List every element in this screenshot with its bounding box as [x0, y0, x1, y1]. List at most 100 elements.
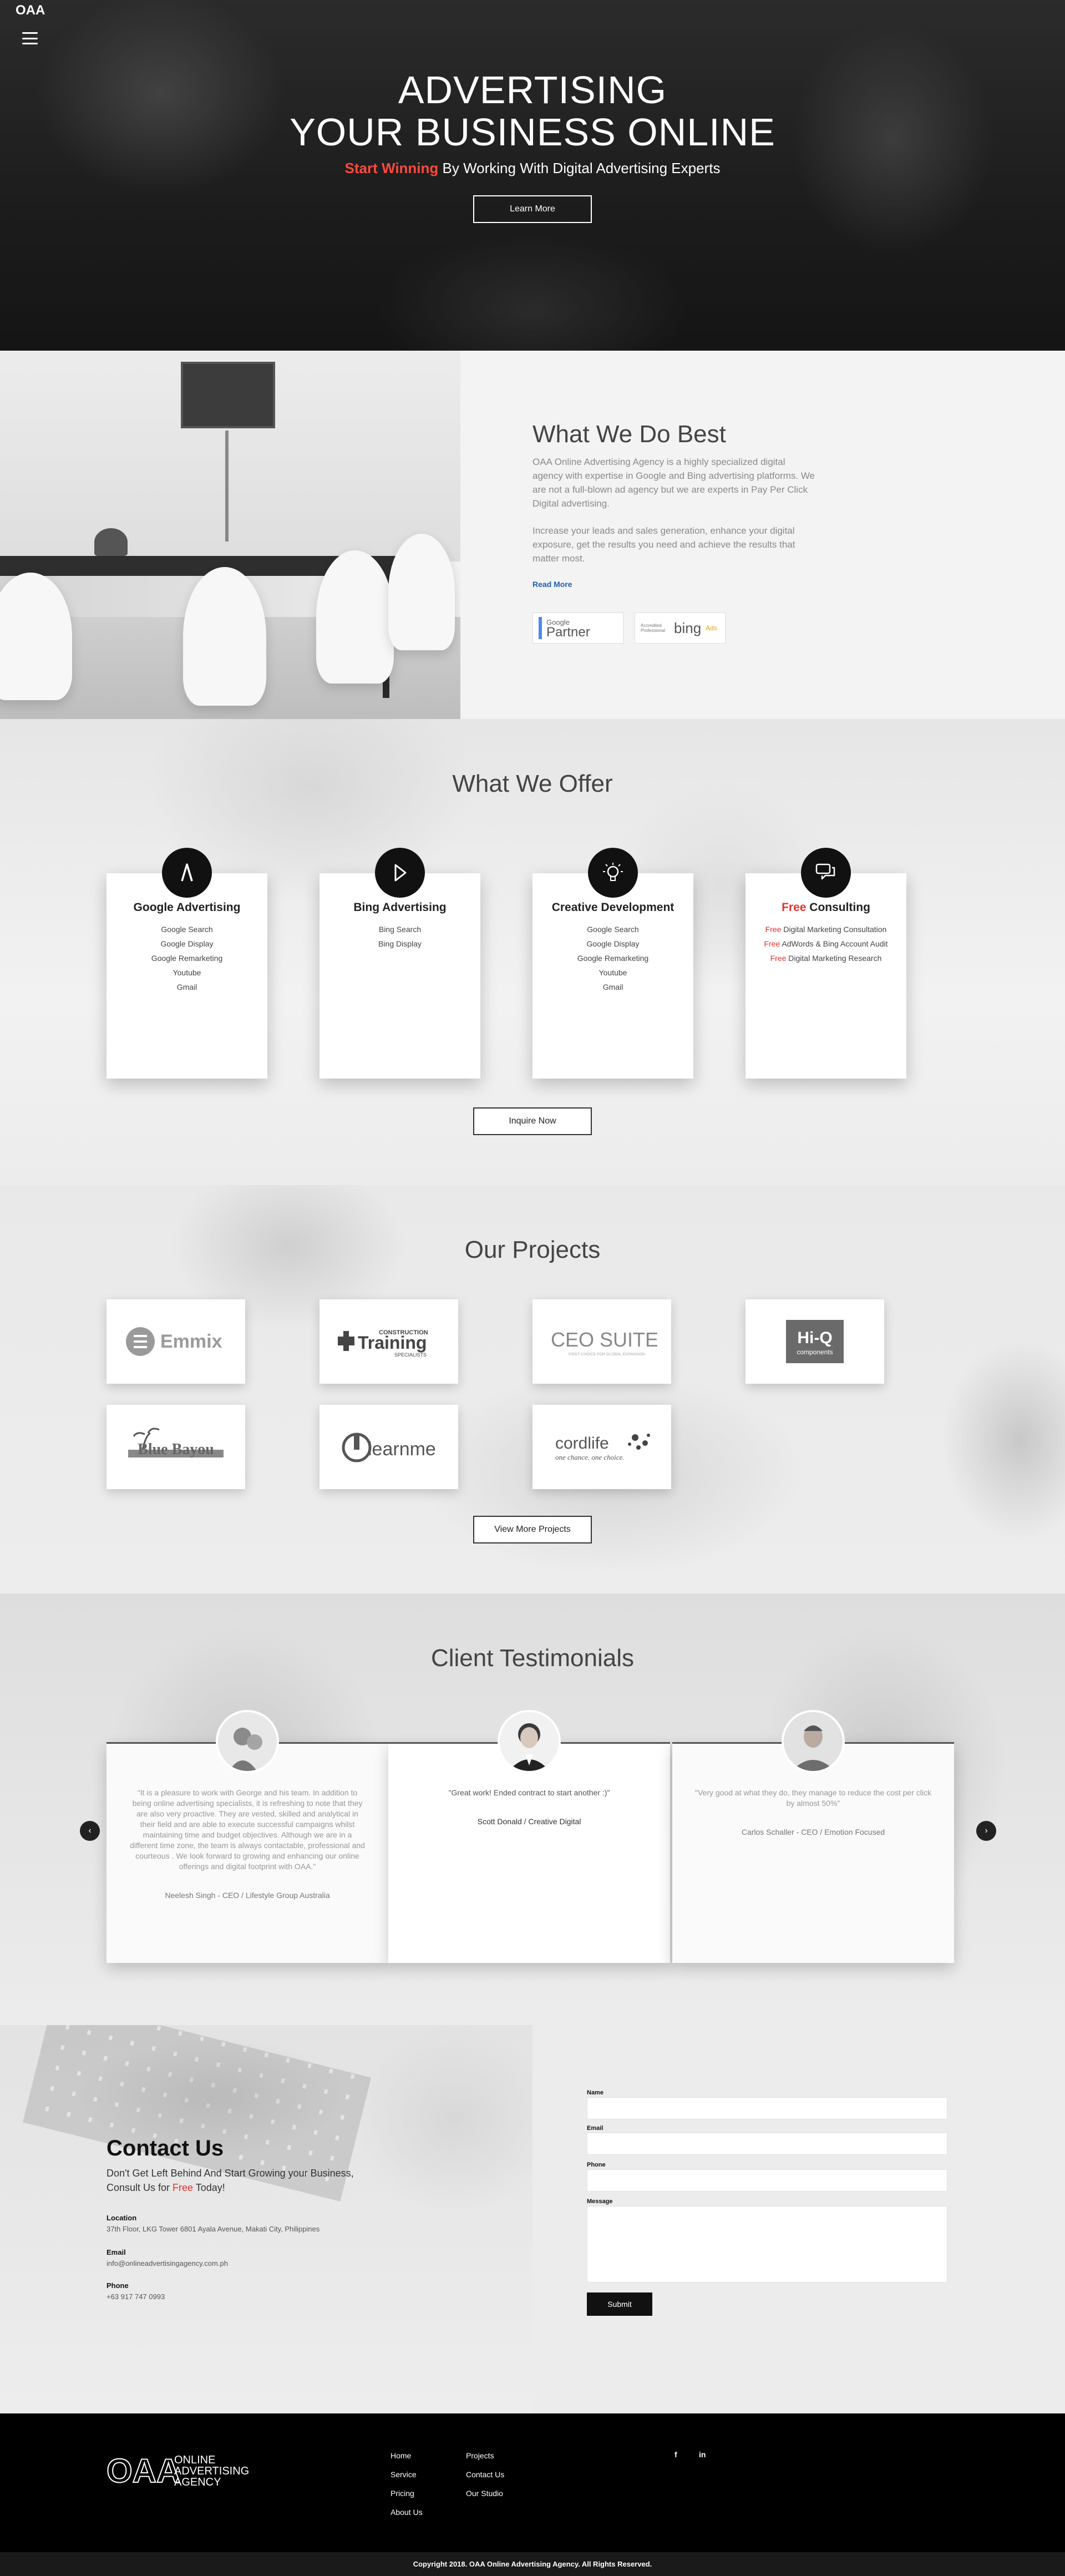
testimonial-author: Carlos Schaller - CEO / Emotion Focused: [741, 1828, 885, 1836]
testimonial-card: "Very good at what they do, they manage …: [672, 1710, 954, 1963]
svg-text:AGENCY: AGENCY: [174, 2476, 221, 2488]
project-logo-construction-training[interactable]: CONSTRUCTION Training SPECIALISTS: [320, 1299, 458, 1384]
avatar: [216, 1710, 279, 1773]
brand-logo[interactable]: OAA: [16, 2, 47, 18]
contact-section: Contact Us Don't Get Left Behind And Sta…: [0, 2025, 1065, 2413]
offer-item: Google Display: [160, 939, 214, 948]
offer-item-accent: Free: [765, 925, 782, 934]
hero-subtitle: Start Winning By Working With Digital Ad…: [0, 160, 1065, 177]
google-partner-badge: Google Partner: [532, 613, 623, 644]
our-projects-section: Our Projects Emmix CONSTRUCTION Training S…: [0, 1185, 1065, 1593]
chevron-left-icon[interactable]: ‹: [80, 1821, 100, 1841]
google-ads-icon: [162, 848, 212, 898]
footer-link-projects[interactable]: Projects: [466, 2451, 494, 2460]
offer-card-title: Free Consulting: [746, 901, 906, 914]
partner-badges: Google Partner Accredited Professional bi…: [532, 613, 726, 644]
hero-subtitle-accent: Start Winning: [344, 160, 439, 176]
offer-card-title-accent: Free: [782, 901, 807, 914]
testimonial-author: Neelesh Singh - CEO / Lifestyle Group Au…: [165, 1891, 330, 1900]
linkedin-icon[interactable]: in: [699, 2450, 706, 2459]
svg-text:one chance. one choice.: one chance. one choice.: [555, 1453, 625, 1461]
name-field[interactable]: [587, 2097, 947, 2119]
what-we-offer-section: What We Offer Google Advertising Google …: [0, 719, 1065, 1185]
chevron-right-icon[interactable]: ›: [976, 1821, 996, 1841]
offer-item: Free Digital Marketing Research: [746, 951, 906, 965]
learn-more-button[interactable]: Learn More: [473, 195, 592, 223]
footer-link-pricing[interactable]: Pricing: [390, 2489, 414, 2498]
testimonial-author: Scott Donald / Creative Digital: [477, 1817, 581, 1826]
contact-lead-before: Don't Get Left Behind And Start Growing …: [106, 2168, 354, 2193]
testimonials-title: Client Testimonials: [430, 1644, 634, 1672]
testimonials-section: Client Testimonials ‹ › "It is a pleasur…: [0, 1593, 1065, 2025]
avatar: [498, 1710, 561, 1773]
location-value: 37th Floor, LKG Tower 6801 Ayala Avenue,…: [106, 2225, 320, 2233]
offer-card-bing: Bing Advertising Bing Search Bing Displa…: [320, 848, 480, 1079]
best-title: What We Do Best: [532, 421, 726, 448]
svg-text:ADVERTISING: ADVERTISING: [174, 2465, 249, 2477]
offer-item-text: Digital Marketing Research: [786, 954, 882, 963]
offer-card-google: Google Advertising Google Search Google …: [106, 848, 267, 1079]
offer-item: Google Remarketing: [577, 954, 649, 963]
svg-text:Blue Bayou: Blue Bayou: [138, 1441, 214, 1458]
svg-text:SPECIALISTS: SPECIALISTS: [394, 1352, 427, 1358]
facebook-icon[interactable]: f: [674, 2450, 677, 2459]
submit-button[interactable]: Submit: [587, 2292, 652, 2316]
bing-icon: [375, 848, 425, 898]
footer-link-contact-us[interactable]: Contact Us: [466, 2470, 504, 2479]
bing-ads-text: Ads: [706, 624, 717, 632]
contact-background-photo: [0, 2025, 532, 2413]
what-we-do-best-section: What We Do Best OAA Online Advertising A…: [0, 351, 1065, 719]
google-partner-bottom: Partner: [546, 624, 590, 640]
svg-text:OAA: OAA: [106, 2452, 180, 2489]
offer-item-accent: Free: [770, 954, 787, 963]
view-more-projects-button[interactable]: View More Projects: [473, 1516, 592, 1543]
menu-icon[interactable]: [22, 32, 38, 44]
footer-link-home[interactable]: Home: [390, 2451, 411, 2460]
footer: OAA ONLINE ADVERTISING AGENCY Home Servi…: [0, 2413, 1065, 2552]
offer-item: Gmail: [176, 983, 197, 991]
project-logo-learnme[interactable]: learnme: [320, 1405, 458, 1489]
testimonial-quote: "Very good at what they do, they manage …: [695, 1788, 931, 1808]
offer-item-text: Digital Marketing Consultation: [781, 925, 887, 934]
hero-title-line2: YOUR BUSINESS ONLINE: [290, 110, 775, 154]
offer-item: Bing Display: [378, 939, 422, 948]
svg-text:ONLINE: ONLINE: [174, 2454, 215, 2466]
avatar: [782, 1710, 845, 1773]
svg-text:Hi-Q: Hi-Q: [797, 1329, 832, 1347]
email-value[interactable]: info@onlineadvertisingagency.com.ph: [106, 2259, 228, 2268]
project-logo-blue-bayou[interactable]: Blue Bayou: [106, 1405, 245, 1489]
footer-link-service[interactable]: Service: [390, 2470, 417, 2479]
chat-bubbles-icon: [801, 848, 851, 898]
project-logo-ceo-suite[interactable]: CEO SUITE FIRST CHOICE FOR GLOBAL EXPANSI…: [532, 1299, 671, 1384]
footer-link-about-us[interactable]: About Us: [390, 2508, 423, 2517]
project-logo-cordlife[interactable]: cordlife one chance. one choice.: [532, 1405, 671, 1489]
testimonial-card: "It is a pleasure to work with George an…: [106, 1710, 388, 1963]
footer-link-our-studio[interactable]: Our Studio: [466, 2489, 503, 2498]
project-logo-hi-q[interactable]: Hi-Q components: [746, 1299, 884, 1384]
message-field[interactable]: [587, 2206, 947, 2283]
hero-section: OAA ADVERTISING YOUR BUSINESS ONLINE Sta…: [0, 0, 1065, 351]
offer-item: Google Search: [161, 925, 213, 934]
phone-value[interactable]: +63 917 747 0993: [106, 2292, 165, 2301]
svg-text:learnme: learnme: [368, 1439, 436, 1460]
svg-text:Emmix: Emmix: [160, 1331, 222, 1352]
svg-text:components: components: [797, 1348, 833, 1356]
email-field[interactable]: [587, 2133, 947, 2155]
testimonial-card: "Great work! Ended contract to start ano…: [388, 1710, 670, 1963]
testimonial-quote: "Great work! Ended contract to start ano…: [448, 1788, 610, 1797]
phone-field[interactable]: [587, 2169, 947, 2192]
best-paragraph-2: Increase your leads and sales generation…: [532, 525, 795, 564]
name-field-label: Name: [587, 2089, 604, 2096]
bing-word: bing: [674, 619, 702, 636]
footer-logo[interactable]: OAA ONLINE ADVERTISING AGENCY: [106, 2448, 267, 2492]
best-paragraph-1: OAA Online Advertising Agency is a highl…: [532, 457, 815, 509]
contact-lead-accent: Free: [173, 2182, 194, 2193]
offer-card-title: Creative Development: [551, 901, 674, 914]
offer-title: What We Offer: [452, 770, 613, 797]
offer-item: Google Remarketing: [151, 954, 223, 963]
project-logo-emmix[interactable]: Emmix: [106, 1299, 245, 1384]
inquire-now-button[interactable]: Inquire Now: [473, 1107, 592, 1135]
hero-subtitle-rest: By Working With Digital Advertising Expe…: [438, 160, 721, 176]
read-more-link[interactable]: Read More: [532, 580, 815, 589]
svg-text:Training: Training: [358, 1333, 427, 1353]
